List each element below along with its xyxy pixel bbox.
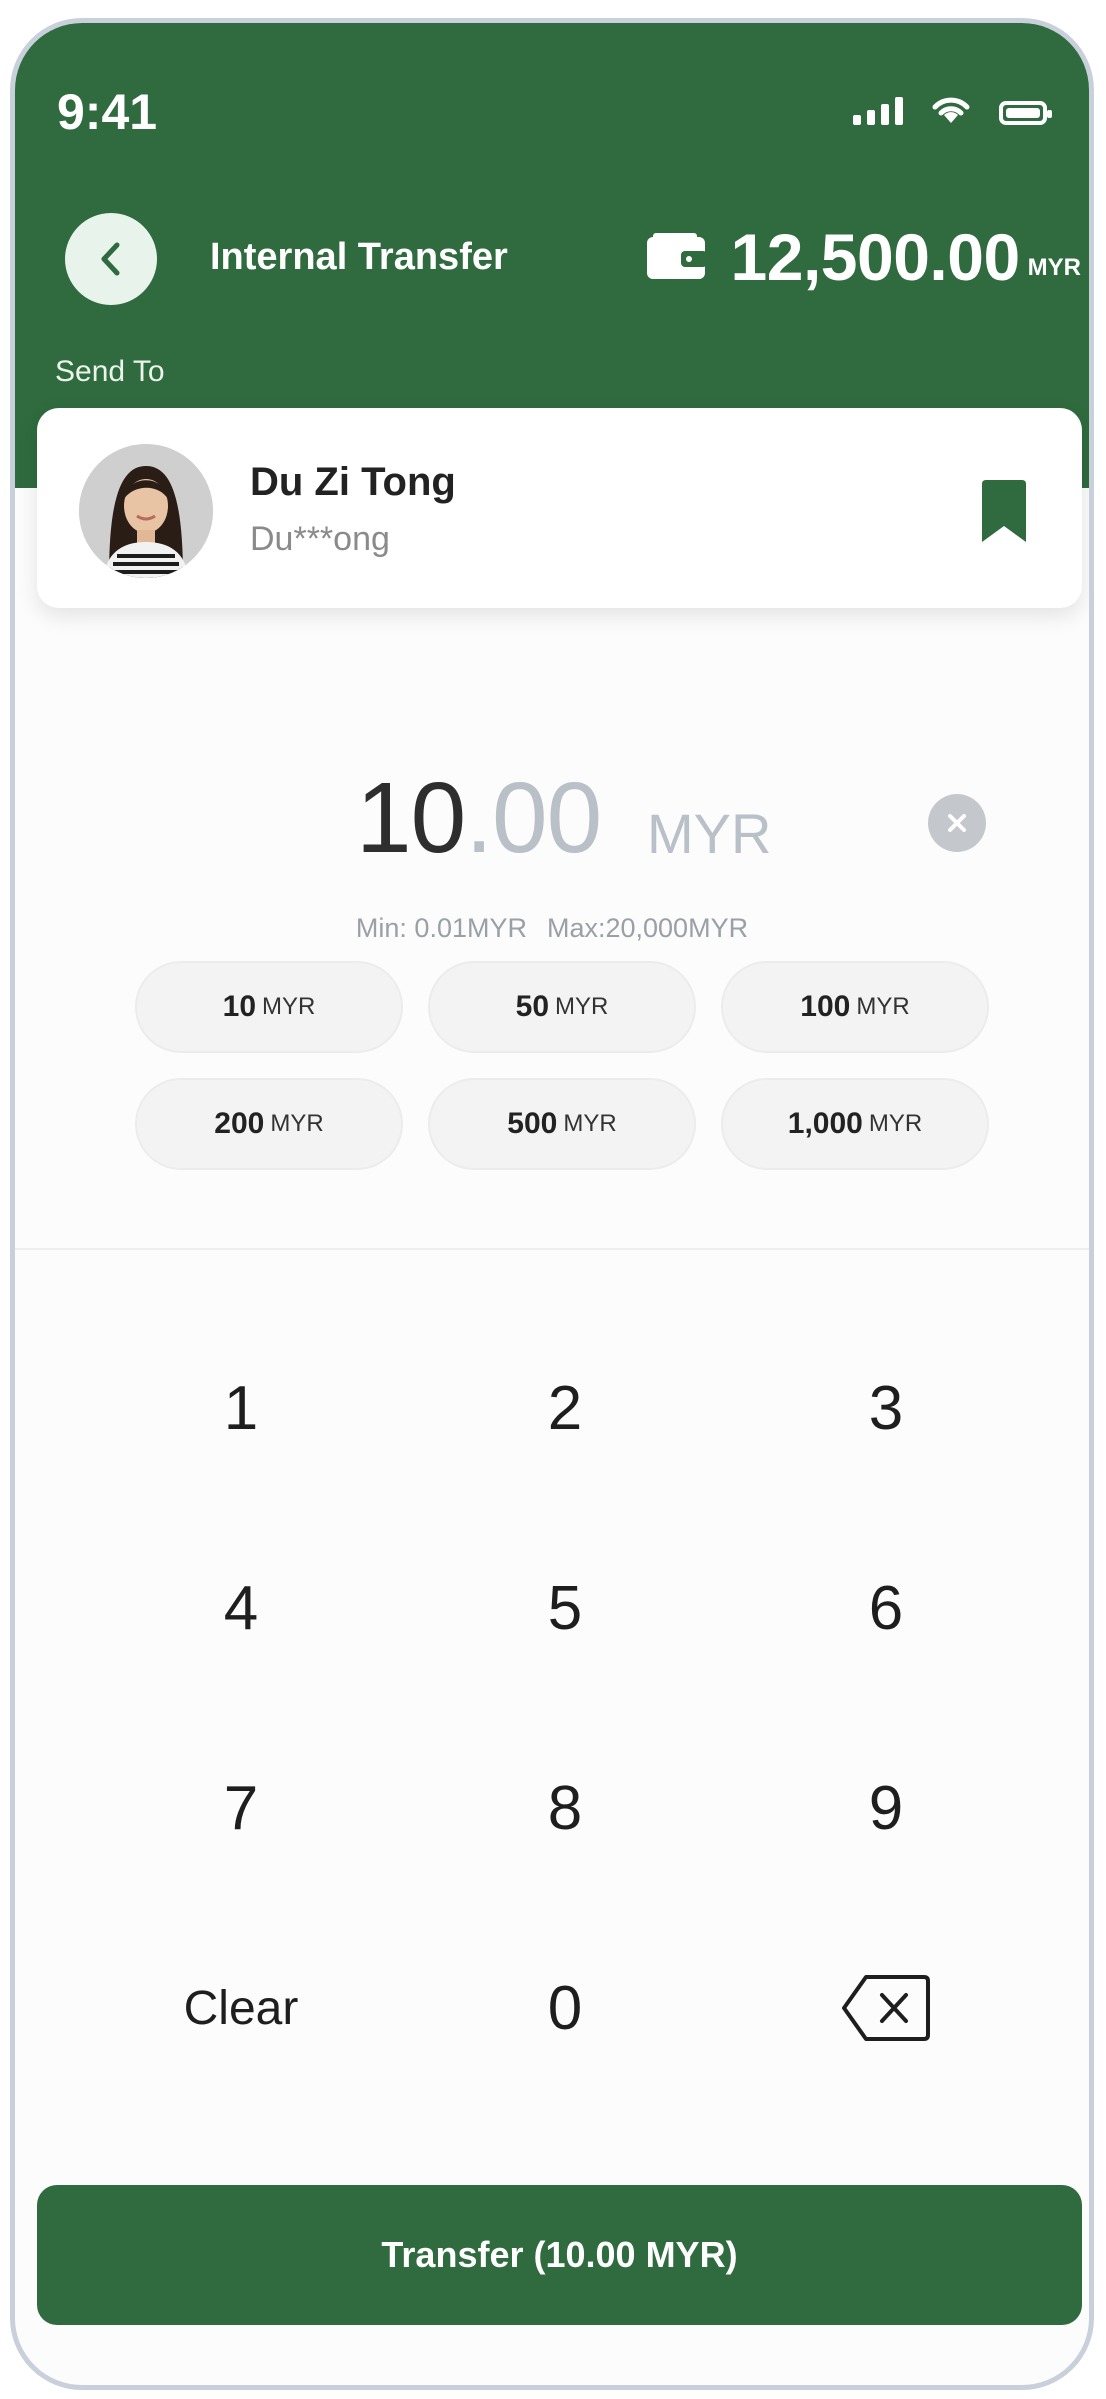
key-clear[interactable]: Clear bbox=[91, 1933, 391, 2083]
key-5[interactable]: 5 bbox=[415, 1533, 715, 1683]
min-limit: Min: 0.01MYR bbox=[355, 913, 527, 943]
send-to-label: Send To bbox=[55, 355, 165, 388]
recipient-card[interactable]: Du Zi Tong Du***ong bbox=[37, 408, 1082, 608]
clear-amount-button[interactable] bbox=[928, 794, 986, 852]
key-0[interactable]: 0 bbox=[415, 1933, 715, 2083]
back-button[interactable] bbox=[65, 213, 157, 305]
key-2[interactable]: 2 bbox=[415, 1333, 715, 1483]
chip-value: 500 bbox=[507, 1107, 558, 1140]
key-7[interactable]: 7 bbox=[91, 1733, 391, 1883]
status-time: 9:41 bbox=[57, 84, 158, 140]
chip-value: 10 bbox=[222, 990, 257, 1023]
balance-currency: MYR bbox=[1027, 254, 1081, 281]
key-9[interactable]: 9 bbox=[736, 1733, 1036, 1883]
clear-circle-icon bbox=[948, 814, 966, 832]
chip-currency: MYR bbox=[270, 1110, 324, 1137]
amount-display: 10.00 MYR bbox=[15, 761, 1089, 881]
phone-frame: 9:41 Internal Transfer 12,500.00 MYR Sen… bbox=[10, 18, 1094, 2390]
chip-currency: MYR bbox=[868, 1110, 923, 1137]
key-1[interactable]: 1 bbox=[91, 1333, 391, 1483]
amount-whole: 10 bbox=[356, 762, 466, 874]
backspace-icon bbox=[842, 1975, 930, 2041]
quick-amount-10[interactable]: 10 MYR bbox=[135, 961, 403, 1053]
back-chevron-icon bbox=[101, 242, 120, 276]
chip-value: 200 bbox=[214, 1107, 265, 1140]
key-3[interactable]: 3 bbox=[736, 1333, 1036, 1483]
signal-icon bbox=[853, 97, 903, 125]
max-limit: Max:20,000MYR bbox=[546, 913, 749, 943]
amount-value: 10.00 bbox=[356, 761, 602, 876]
chip-currency: MYR bbox=[555, 993, 609, 1020]
quick-amount-100[interactable]: 100 MYR bbox=[721, 961, 989, 1053]
wifi-icon bbox=[932, 97, 970, 123]
chip-value: 50 bbox=[515, 990, 550, 1023]
balance-amount: 12,500.00 bbox=[730, 220, 1021, 294]
recipient-account: Du***ong bbox=[250, 520, 390, 558]
page-title: Internal Transfer bbox=[210, 236, 508, 278]
chip-currency: MYR bbox=[856, 993, 910, 1020]
quick-amounts: 10 MYR 50 MYR 100 MYR 200 MYR 500 MYR 1,000 MY… bbox=[135, 961, 1005, 1170]
transfer-button[interactable]: Transfer (10.00 MYR) bbox=[37, 2185, 1082, 2325]
battery-icon bbox=[999, 101, 1052, 125]
key-4[interactable]: 4 bbox=[91, 1533, 391, 1683]
amount-limits: Min: 0.01MYR Max:20,000MYR bbox=[15, 913, 1089, 944]
key-6[interactable]: 6 bbox=[736, 1533, 1036, 1683]
amount-currency: MYR bbox=[647, 802, 772, 865]
quick-amount-200[interactable]: 200 MYR bbox=[135, 1078, 403, 1170]
chip-currency: MYR bbox=[262, 993, 316, 1020]
key-8[interactable]: 8 bbox=[415, 1733, 715, 1883]
avatar bbox=[79, 444, 213, 578]
status-icons bbox=[853, 93, 1052, 125]
wallet-balance: 12,500.00 MYR bbox=[645, 219, 1081, 295]
amount-decimal: .00 bbox=[465, 762, 602, 874]
quick-amount-500[interactable]: 500 MYR bbox=[428, 1078, 696, 1170]
divider bbox=[15, 1248, 1089, 1250]
quick-amount-50[interactable]: 50 MYR bbox=[428, 961, 696, 1053]
quick-amount-1000[interactable]: 1,000 MYR bbox=[721, 1078, 989, 1170]
backspace-key[interactable] bbox=[736, 1933, 1036, 2083]
bookmark-icon[interactable] bbox=[978, 480, 1030, 544]
wallet-icon bbox=[646, 233, 707, 279]
chip-value: 100 bbox=[800, 990, 851, 1023]
chip-currency: MYR bbox=[563, 1110, 617, 1137]
recipient-name: Du Zi Tong bbox=[250, 460, 456, 504]
chip-value: 1,000 bbox=[787, 1107, 863, 1140]
